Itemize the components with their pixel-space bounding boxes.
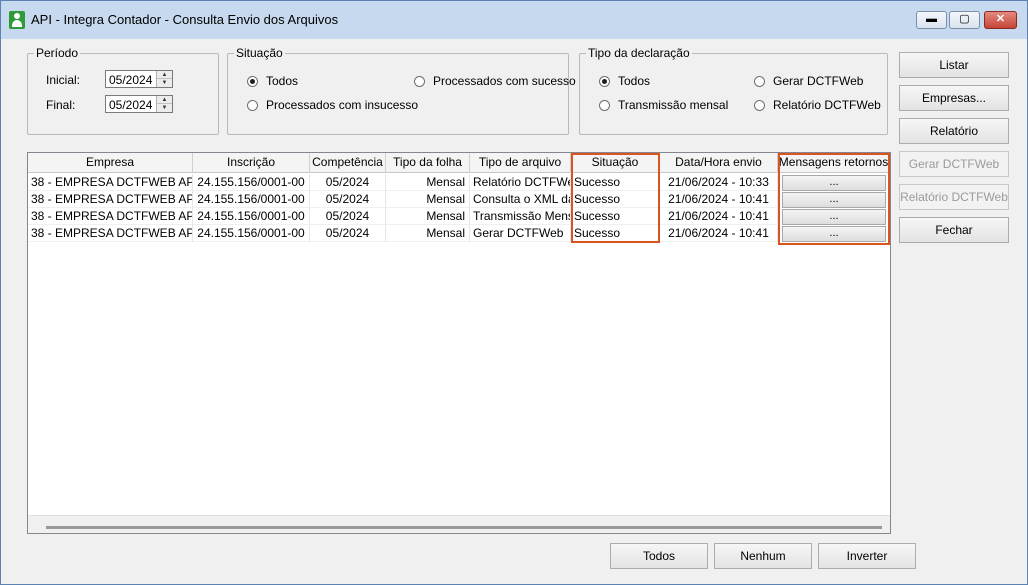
inicial-label: Inicial: xyxy=(46,73,81,87)
column-header-competencia[interactable]: Competência xyxy=(310,153,386,173)
radio-checked-icon[interactable] xyxy=(599,75,610,87)
tipo-declaracao-group: Tipo da declaração xyxy=(579,46,888,135)
final-spinner[interactable]: 05/2024 ▲ ▼ xyxy=(105,95,173,113)
cell-tipo-arquivo[interactable]: Transmissão Mensal xyxy=(470,208,571,225)
column-header-empresa[interactable]: Empresa xyxy=(28,153,193,173)
situacao-group: Situação xyxy=(227,46,569,135)
cell-inscricao[interactable]: 24.155.156/0001-00 xyxy=(193,225,310,242)
radio-unchecked-icon[interactable] xyxy=(754,75,765,87)
cell-data-hora[interactable]: 21/06/2024 - 10:41 xyxy=(660,191,778,208)
situacao-insucesso-label: Processados com insucesso xyxy=(266,98,419,112)
column-header-inscricao[interactable]: Inscrição xyxy=(193,153,310,173)
cell-situacao[interactable]: Sucesso xyxy=(571,174,660,191)
situacao-insucesso-radio[interactable]: Processados com insucesso xyxy=(247,98,418,112)
tipo-transmissao-label: Transmissão mensal xyxy=(618,98,729,112)
cell-empresa[interactable]: 38 - EMPRESA DCTFWEB API xyxy=(28,208,193,225)
inicial-spin-arrows-icon[interactable]: ▲ ▼ xyxy=(156,71,172,87)
inicial-value[interactable]: 05/2024 xyxy=(109,73,152,87)
cell-data-hora[interactable]: 21/06/2024 - 10:41 xyxy=(660,208,778,225)
mensagens-button[interactable]: ... xyxy=(782,226,886,242)
empresas-button[interactable]: Empresas... xyxy=(899,85,1009,111)
tipo-relatorio-radio[interactable]: Relatório DCTFWeb xyxy=(754,98,881,112)
gerar-dctfweb-button[interactable]: Gerar DCTFWeb xyxy=(899,151,1009,177)
cell-tipo-folha[interactable]: Mensal xyxy=(386,208,470,225)
cell-situacao[interactable]: Sucesso xyxy=(571,225,660,242)
radio-unchecked-icon[interactable] xyxy=(247,99,258,111)
nenhum-button[interactable]: Nenhum xyxy=(714,543,812,569)
cell-inscricao[interactable]: 24.155.156/0001-00 xyxy=(193,174,310,191)
radio-unchecked-icon[interactable] xyxy=(754,99,765,111)
cell-situacao[interactable]: Sucesso xyxy=(571,191,660,208)
cell-tipo-arquivo[interactable]: Relatório DCTFWeb xyxy=(470,174,571,191)
radio-unchecked-icon[interactable] xyxy=(414,75,425,87)
app-user-icon xyxy=(9,11,25,29)
results-table[interactable]: Empresa Inscrição Competência Tipo da fo… xyxy=(27,152,891,534)
cell-tipo-folha[interactable]: Mensal xyxy=(386,225,470,242)
column-header-tipo-arquivo[interactable]: Tipo de arquivo xyxy=(470,153,571,173)
listar-button[interactable]: Listar xyxy=(899,52,1009,78)
cell-data-hora[interactable]: 21/06/2024 - 10:33 xyxy=(660,174,778,191)
situacao-sucesso-radio[interactable]: Processados com sucesso xyxy=(414,74,576,88)
maximize-button[interactable]: ▢ xyxy=(949,11,980,29)
mensagens-button[interactable]: ... xyxy=(782,192,886,208)
relatorio-button[interactable]: Relatório xyxy=(899,118,1009,144)
mensagens-button[interactable]: ... xyxy=(782,209,886,225)
cell-empresa[interactable]: 38 - EMPRESA DCTFWEB API xyxy=(28,225,193,242)
column-header-mensagens[interactable]: Mensagens retornos xyxy=(778,153,890,173)
close-button[interactable]: ✕ xyxy=(984,11,1017,29)
situacao-sucesso-label: Processados com sucesso xyxy=(433,74,576,88)
tipo-declaracao-legend: Tipo da declaração xyxy=(588,46,690,60)
cell-tipo-arquivo[interactable]: Consulta o XML da D xyxy=(470,191,571,208)
window-title: API - Integra Contador - Consulta Envio … xyxy=(31,12,339,27)
inicial-spinner[interactable]: 05/2024 ▲ ▼ xyxy=(105,70,173,88)
cell-competencia[interactable]: 05/2024 xyxy=(310,174,386,191)
cell-tipo-folha[interactable]: Mensal xyxy=(386,191,470,208)
minimize-button[interactable]: ▬ xyxy=(916,11,947,29)
cell-competencia[interactable]: 05/2024 xyxy=(310,225,386,242)
situacao-todos-label: Todos xyxy=(266,74,299,88)
situacao-legend: Situação xyxy=(236,46,283,60)
cell-inscricao[interactable]: 24.155.156/0001-00 xyxy=(193,191,310,208)
tipo-todos-radio[interactable]: Todos xyxy=(599,74,650,88)
final-value[interactable]: 05/2024 xyxy=(109,98,152,112)
tipo-relatorio-label: Relatório DCTFWeb xyxy=(773,98,881,112)
cell-empresa[interactable]: 38 - EMPRESA DCTFWEB API xyxy=(28,191,193,208)
final-spin-arrows-icon[interactable]: ▲ ▼ xyxy=(156,96,172,112)
radio-unchecked-icon[interactable] xyxy=(599,99,610,111)
inverter-button[interactable]: Inverter xyxy=(818,543,916,569)
cell-competencia[interactable]: 05/2024 xyxy=(310,191,386,208)
cell-tipo-arquivo[interactable]: Gerar DCTFWeb xyxy=(470,225,571,242)
column-header-tipo-folha[interactable]: Tipo da folha xyxy=(386,153,470,173)
situacao-todos-radio[interactable]: Todos xyxy=(247,74,298,88)
cell-empresa[interactable]: 38 - EMPRESA DCTFWEB API xyxy=(28,174,193,191)
radio-checked-icon[interactable] xyxy=(247,75,258,87)
cell-data-hora[interactable]: 21/06/2024 - 10:41 xyxy=(660,225,778,242)
column-header-situacao[interactable]: Situação xyxy=(571,153,660,173)
mensagens-button[interactable]: ... xyxy=(782,175,886,191)
main-window: API - Integra Contador - Consulta Envio … xyxy=(0,0,1028,585)
cell-inscricao[interactable]: 24.155.156/0001-00 xyxy=(193,208,310,225)
title-bar[interactable]: API - Integra Contador - Consulta Envio … xyxy=(1,1,1027,39)
cell-tipo-folha[interactable]: Mensal xyxy=(386,174,470,191)
tipo-transmissao-radio[interactable]: Transmissão mensal xyxy=(599,98,728,112)
column-header-data-hora[interactable]: Data/Hora envio xyxy=(660,153,778,173)
relatorio-dctfweb-button[interactable]: Relatório DCTFWeb xyxy=(899,184,1009,210)
tipo-gerar-label: Gerar DCTFWeb xyxy=(773,74,864,88)
final-label: Final: xyxy=(46,98,76,112)
fechar-button[interactable]: Fechar xyxy=(899,217,1009,243)
horizontal-scrollbar[interactable] xyxy=(28,515,890,533)
scrollbar-thumb[interactable] xyxy=(46,526,882,529)
tipo-gerar-radio[interactable]: Gerar DCTFWeb xyxy=(754,74,863,88)
cell-situacao[interactable]: Sucesso xyxy=(571,208,660,225)
todos-button[interactable]: Todos xyxy=(610,543,708,569)
periodo-legend: Período xyxy=(36,46,79,60)
periodo-group: Período xyxy=(27,46,219,135)
cell-competencia[interactable]: 05/2024 xyxy=(310,208,386,225)
tipo-todos-label: Todos xyxy=(618,74,651,88)
